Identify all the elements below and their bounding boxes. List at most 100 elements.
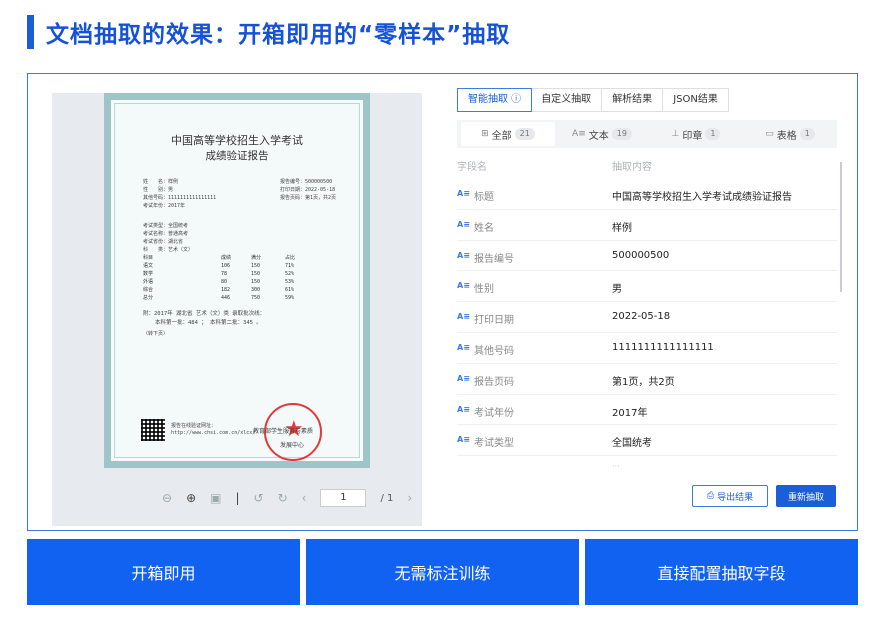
filter-count: 1 (799, 128, 815, 140)
text-field-icon: A≡ (457, 342, 470, 352)
text-field-icon: A≡ (457, 312, 470, 322)
export-label: 导出结果 (717, 492, 754, 503)
tab-json-result[interactable]: JSON结果 (663, 89, 728, 111)
re-extract-button[interactable]: 重新抽取 (776, 485, 836, 507)
doc-footer: 报告在线验证网址： (171, 423, 217, 429)
table-row[interactable]: A≡ 标题 中国高等学校招生入学考试成绩验证报告 (457, 179, 837, 210)
table-row[interactable]: A≡ 报告页码 第1页，共2页 (457, 364, 837, 395)
column-content: 抽取内容 (612, 162, 652, 173)
mode-tabs: 智能抽取 ⓘ 自定义抽取 解析结果 JSON结果 (457, 88, 729, 112)
score-header-row: 科目 成绩 满分 占比 (143, 255, 296, 261)
doc-line: 打印日期：2022-05-18 (280, 187, 336, 193)
filter-label: 表格 (776, 130, 797, 142)
text-icon: A≡ (572, 129, 586, 139)
doc-note: （转下页） (143, 331, 169, 337)
tab-parse-result[interactable]: 解析结果 (602, 89, 664, 111)
filter-seal[interactable]: ⊥ 印章 1 (649, 122, 743, 146)
doc-footer: http://www.chsi.com.cn/xlcx/ (171, 430, 256, 436)
field-name: 标题 (474, 192, 494, 203)
doc-line: 考试省份：湖北省 (143, 239, 184, 245)
seal-text: 教育部学生服务与素质 (253, 428, 314, 435)
doc-note: 本科第一批：484 ； 本科第二批：345 。 (155, 320, 262, 326)
score-row: 总分 446 750 59% (143, 294, 295, 302)
doc-line: 报告页码：第1页，共2页 (280, 195, 337, 201)
field-name: 考试类型 (474, 438, 514, 450)
text-field-icon: A≡ (457, 435, 470, 445)
field-value: 500000500 (612, 249, 670, 261)
field-name: 打印日期 (474, 315, 514, 327)
table-row[interactable]: A≡ 姓名 样例 (457, 210, 837, 241)
field-value: 中国高等学校招生入学考试成绩验证报告 (612, 192, 792, 203)
field-name: 报告页码 (474, 376, 514, 388)
prev-page-icon[interactable]: ‹ (302, 491, 307, 505)
doc-line: 姓 名：样例 (143, 179, 179, 185)
document-page: 中国高等学校招生入学考试 成绩验证报告 姓 名：样例 性 别：男 其他号码：11… (104, 93, 370, 468)
filter-label: 印章 (682, 130, 703, 142)
table-row[interactable]: A≡ 性别 男 (457, 271, 837, 303)
extraction-panel: 智能抽取 ⓘ 自定义抽取 解析结果 JSON结果 ⊞ 全部 21 A≡ 文本 1… (452, 82, 842, 522)
table-row[interactable]: A≡ 报告编号 500000500 (457, 241, 837, 272)
filter-all[interactable]: ⊞ 全部 21 (461, 122, 555, 146)
field-value: 2022-05-18 (612, 311, 671, 323)
text-field-icon: A≡ (457, 404, 470, 414)
doc-title: 中国高等学校招生入学考试 (171, 134, 303, 147)
zoom-in-icon[interactable]: ⊕ (186, 491, 196, 505)
tab-smart-extract[interactable]: 智能抽取 ⓘ (457, 88, 533, 112)
export-results-button[interactable]: ⎙ 导出结果 (692, 485, 768, 507)
text-field-icon: A≡ (457, 250, 470, 260)
result-rows: A≡ 标题 中国高等学校招生入学考试成绩验证报告 A≡ 姓名 样例 A≡ 报告编号 5000… (457, 179, 837, 457)
filter-text[interactable]: A≡ 文本 19 (555, 122, 649, 146)
table-row[interactable]: A≡ 其他号码 1111111111111111 (457, 333, 837, 364)
field-value: 全国统考 (612, 438, 652, 450)
filter-label: 文本 (588, 130, 609, 142)
field-value: 第1页，共2页 (612, 376, 675, 388)
score-row: 数学 78 150 52% (143, 270, 295, 278)
page-total: / 1 (380, 492, 394, 504)
filter-count: 19 (611, 128, 632, 140)
feature-config-fields: 直接配置抽取字段 (585, 539, 858, 605)
table-row[interactable]: A≡ 考试类型 全国统考 (457, 425, 837, 457)
text-field-icon: A≡ (457, 189, 470, 198)
doc-line: 性 别：男 (143, 187, 174, 193)
text-field-icon: A≡ (457, 219, 470, 229)
page-title: 文档抽取的效果：开箱即用的“零样本”抽取 (46, 22, 511, 48)
table-row[interactable]: A≡ 打印日期 2022-05-18 (457, 302, 837, 333)
doc-line: 报告编号：500000500 (280, 179, 333, 185)
page-heading: 文档抽取的效果：开箱即用的“零样本”抽取 (27, 12, 510, 52)
text-field-icon: A≡ (457, 373, 470, 383)
field-name: 报告编号 (474, 253, 514, 265)
rotate-left-icon[interactable]: ↺ (254, 491, 264, 505)
doc-line: 考试名称：普通高考 (143, 231, 189, 237)
score-row: 综合 182 300 61% (143, 286, 295, 294)
preview-toolbar: ⊖ ⊕ ▣ | ↺ ↻ ‹ 1 / 1 › (162, 488, 412, 508)
score-table: 科目 成绩 满分 占比 语文 106 150 71% 数学 78 150 52% 外语 80 1… (143, 254, 295, 302)
table-row[interactable]: A≡ 考试年份 2017年 (457, 395, 837, 426)
field-value: 样例 (612, 222, 632, 234)
demo-frame: 中国高等学校招生入学考试 成绩验证报告 姓 名：样例 性 别：男 其他号码：11… (27, 73, 858, 531)
filter-count: 1 (705, 128, 721, 140)
column-field-name: 字段名 (457, 162, 487, 173)
next-page-icon[interactable]: › (407, 491, 412, 505)
zoom-out-icon[interactable]: ⊖ (162, 491, 172, 505)
rotate-right-icon[interactable]: ↻ (278, 491, 288, 505)
document-preview: 中国高等学校招生入学考试 成绩验证报告 姓 名：样例 性 别：男 其他号码：11… (52, 93, 422, 526)
field-name: 其他号码 (474, 345, 514, 357)
doc-line: 考试年份：2017年 (143, 203, 186, 209)
document-content: 中国高等学校招生入学考试 成绩验证报告 姓 名：样例 性 别：男 其他号码：11… (114, 103, 360, 461)
text-field-icon: A≡ (457, 281, 470, 291)
grid-icon: ⊞ (481, 129, 489, 139)
filter-table[interactable]: ▭ 表格 1 (743, 122, 837, 146)
feature-out-of-box: 开箱即用 (27, 539, 300, 605)
qr-code (141, 419, 165, 441)
fit-page-icon[interactable]: ▣ (210, 491, 221, 505)
field-value: 2017年 (612, 407, 648, 419)
more-indicator: ··· (612, 462, 620, 471)
field-name: 姓名 (474, 222, 494, 234)
score-row: 外语 80 150 53% (143, 278, 295, 286)
filter-count: 21 (514, 128, 535, 140)
table-icon: ▭ (765, 129, 774, 139)
results-scrollbar[interactable] (840, 162, 842, 292)
page-number-input[interactable]: 1 (320, 489, 367, 507)
doc-line: 科 类：艺术（文） (143, 247, 194, 253)
tab-custom-extract[interactable]: 自定义抽取 (531, 89, 603, 111)
